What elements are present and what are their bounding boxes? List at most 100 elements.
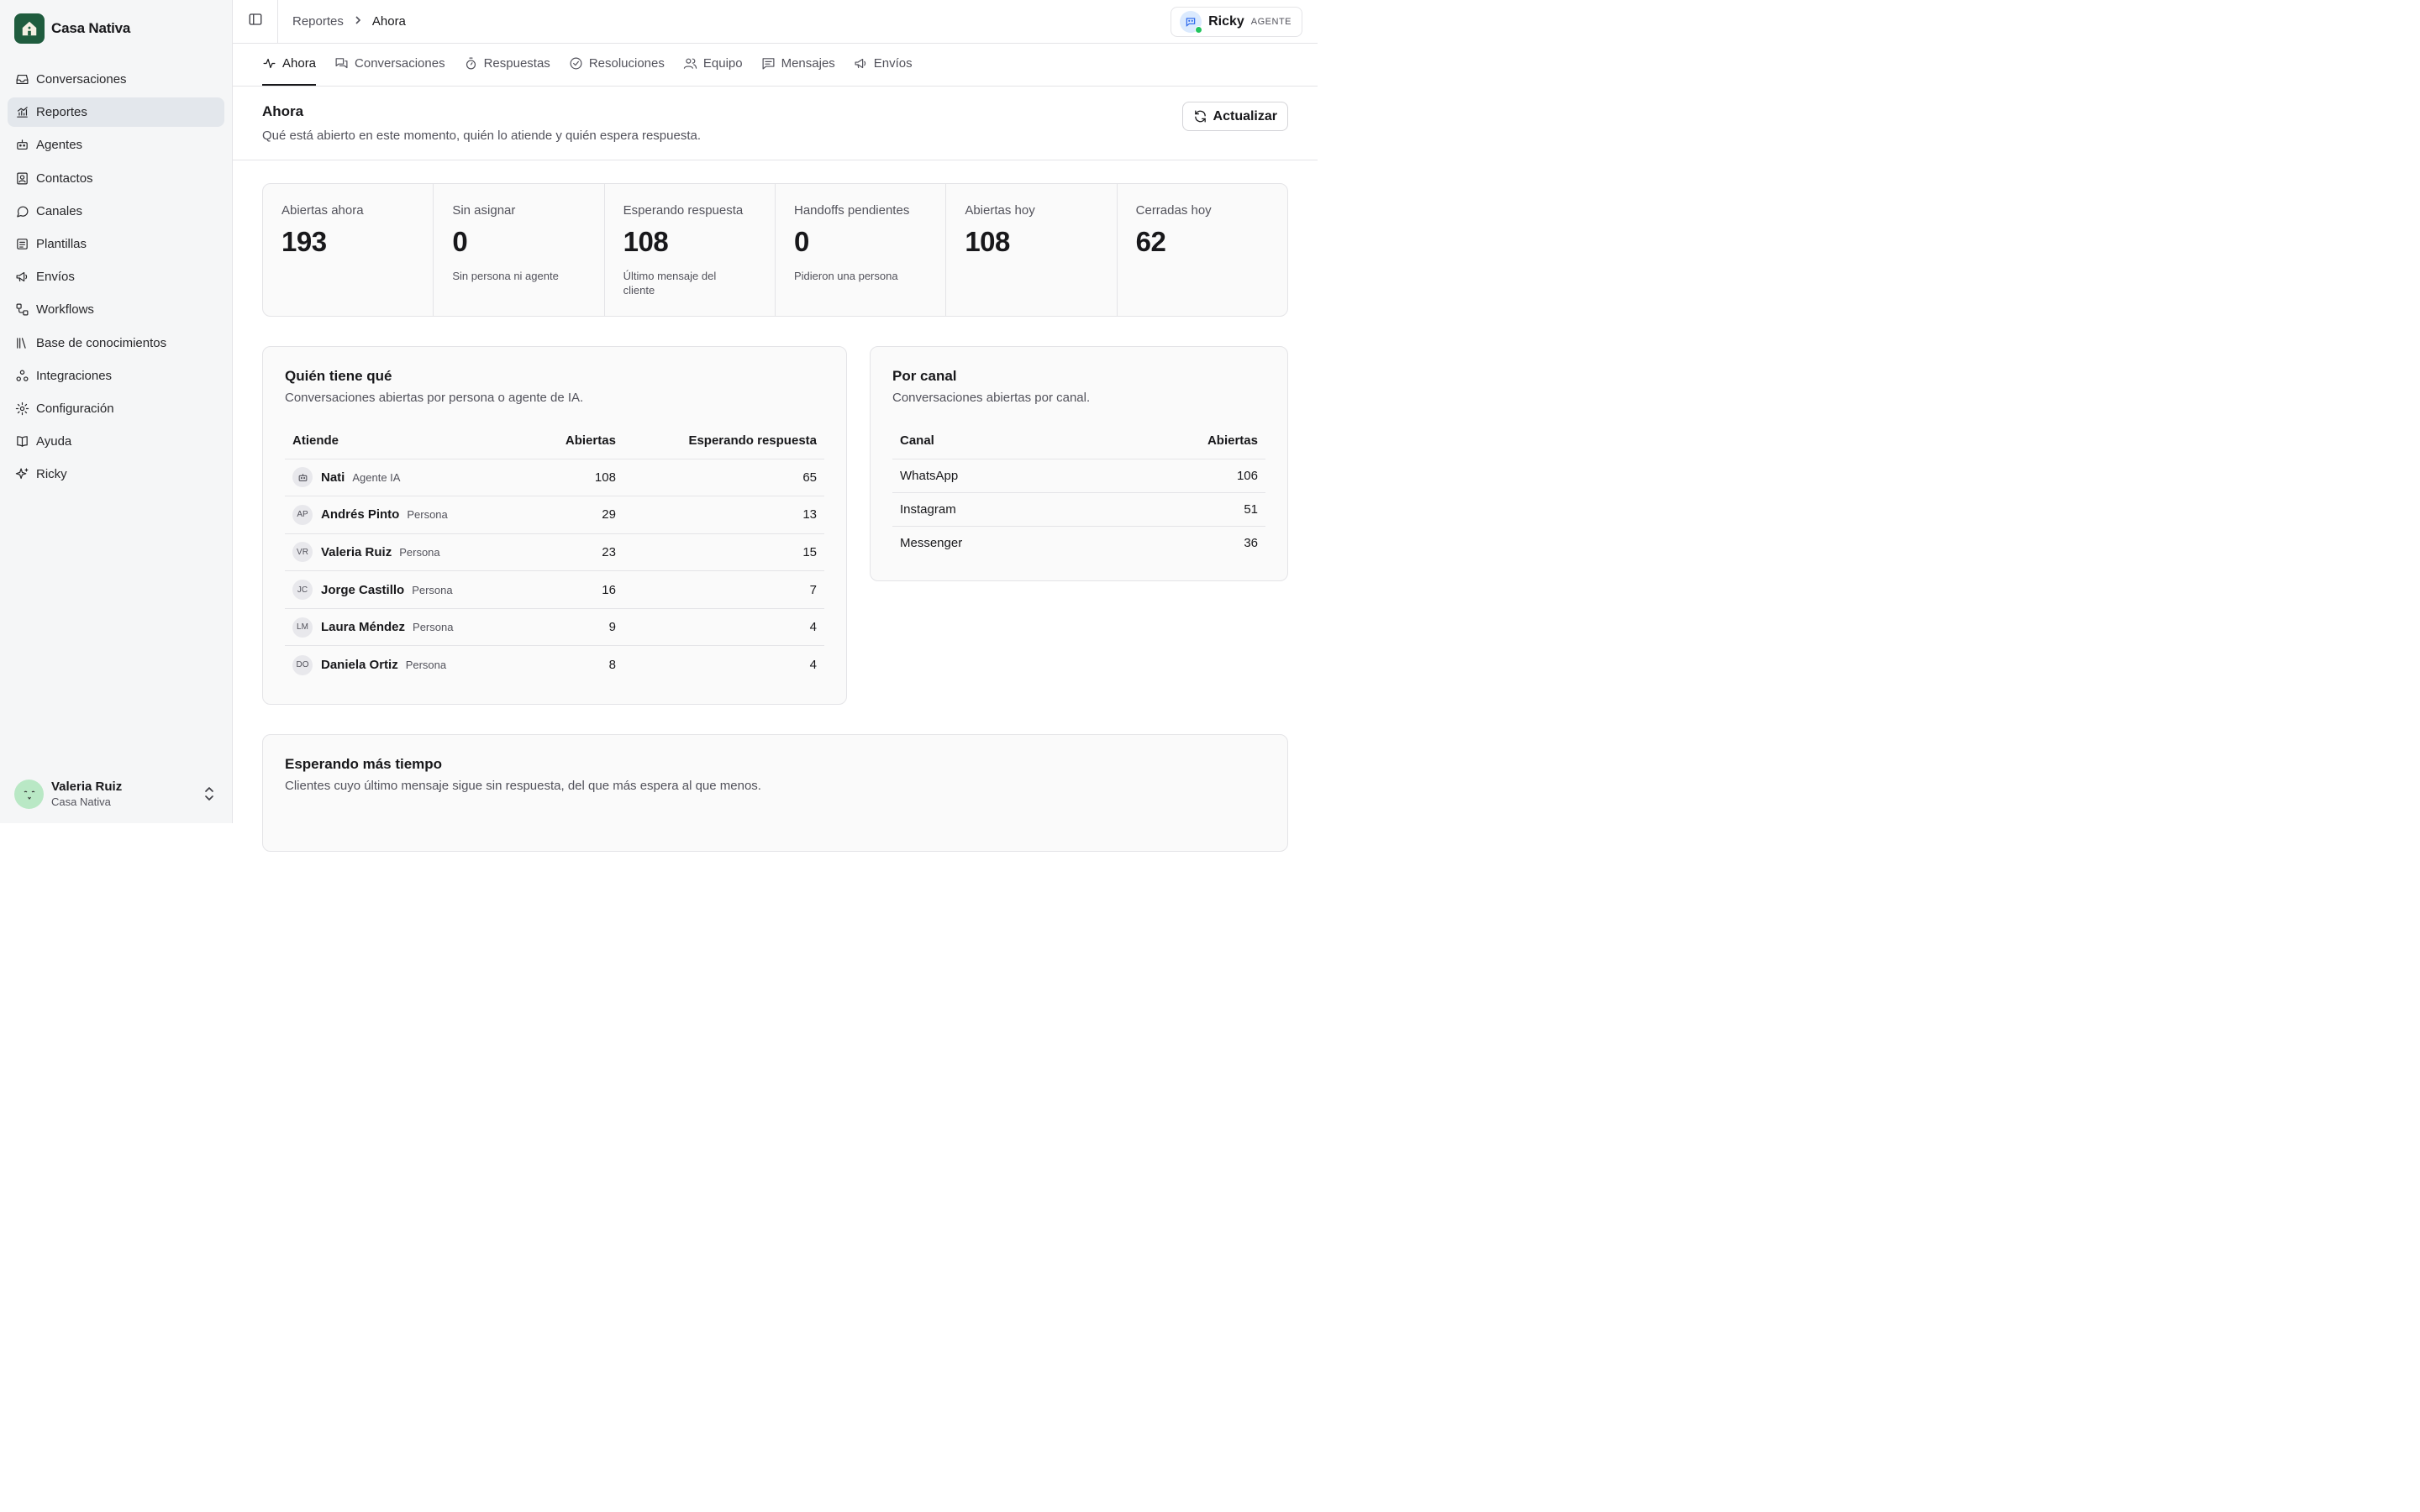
brand-name: Casa Nativa (51, 20, 131, 36)
table-row[interactable]: Nati Agente IA 108 65 (285, 459, 824, 497)
sidebar-item-conversaciones[interactable]: Conversaciones (8, 65, 224, 94)
open-count: 8 (608, 658, 616, 673)
stat-label: Abiertas ahora (281, 203, 364, 218)
table-row[interactable]: Messenger 36 (892, 526, 1265, 559)
users-icon (683, 56, 697, 71)
tab-label: Conversaciones (355, 56, 445, 71)
stat-label: Esperando respuesta (623, 203, 744, 218)
sidebar-item-plantillas[interactable]: Plantillas (8, 229, 224, 259)
stat-value: 62 (1135, 226, 1166, 257)
breadcrumb-current: Ahora (371, 14, 406, 29)
waiting-count: 13 (623, 496, 824, 534)
attendant-name: Nati (321, 470, 345, 485)
table-row[interactable]: VR Valeria Ruiz Persona 23 15 (285, 533, 824, 572)
attendant-name: Daniela Ortiz (321, 658, 398, 673)
column-header[interactable]: Esperando respuesta (623, 423, 824, 459)
tab-resoluciones[interactable]: Resoluciones (569, 43, 665, 86)
tab-envios[interactable]: Envíos (854, 43, 913, 86)
tab-ahora[interactable]: Ahora (262, 43, 317, 86)
tab-mensajes[interactable]: Mensajes (761, 43, 835, 86)
longest-waiting-card: Esperando más tiempo Clientes cuyo últim… (262, 734, 1288, 852)
sidebar-item-ayuda[interactable]: Ayuda (8, 427, 224, 456)
sidebar-item-ricky[interactable]: Ricky (8, 459, 224, 489)
stat-card: Abiertas hoy 108 (946, 184, 1118, 316)
sidebar-item-label: Ayuda (36, 434, 72, 449)
online-status-dot (1195, 26, 1203, 34)
page-title: Ahora (262, 103, 304, 119)
agent-chip[interactable]: Ricky AGENTE (1171, 7, 1302, 37)
waiting-count: 15 (623, 533, 824, 572)
attendant-kind: Persona (412, 583, 453, 596)
table-row[interactable]: LM Laura Méndez Persona 9 4 (285, 608, 824, 647)
table-row[interactable]: AP Andrés Pinto Persona 29 13 (285, 496, 824, 534)
avatar: DO (292, 654, 313, 675)
report-content: Abiertas ahora 193 Sin asignar 0 Sin per… (233, 160, 1318, 852)
megaphone-icon (854, 56, 868, 71)
sidebar-item-canales[interactable]: Canales (8, 197, 224, 226)
brand[interactable]: Casa Nativa (0, 0, 232, 57)
breadcrumb-root[interactable]: Reportes (292, 14, 344, 29)
open-count: 9 (531, 608, 623, 647)
refresh-icon (1193, 109, 1213, 123)
chevron-right-icon (354, 15, 362, 28)
channel-name: Messenger (900, 535, 963, 550)
card-title: Quién tiene qué (285, 368, 392, 384)
column-header[interactable]: Canal (892, 423, 1095, 459)
page-header: Ahora Qué está abierto en este momento, … (233, 87, 1318, 160)
stat-note: Sin persona ni agente (452, 270, 559, 282)
open-count: 108 (531, 459, 623, 497)
attendant-name: Jorge Castillo (321, 582, 405, 597)
sidebar-item-label: Reportes (36, 105, 87, 120)
column-header[interactable]: Atiende (285, 423, 532, 459)
table-row[interactable]: Instagram 51 (892, 492, 1265, 527)
tab-equipo[interactable]: Equipo (683, 43, 743, 86)
topbar: Reportes Ahora Ricky AGENTE (233, 0, 1318, 44)
user-name: Valeria Ruiz (51, 780, 123, 794)
stat-note: Pidieron una persona (793, 270, 898, 282)
tab-conversaciones[interactable]: Conversaciones (334, 43, 445, 86)
attendant-name: Laura Méndez (321, 620, 406, 635)
sidebar-toggle-button[interactable] (233, 0, 278, 44)
table-row[interactable]: WhatsApp 106 (892, 459, 1265, 493)
column-header[interactable]: Abiertas (1094, 423, 1265, 459)
page-subtitle: Qué está abierto en este momento, quién … (262, 129, 702, 143)
waiting-count: 4 (623, 608, 824, 647)
contact-icon (14, 171, 29, 186)
column-header[interactable]: Abiertas (531, 423, 623, 459)
gear-icon (14, 401, 29, 416)
sidebar-item-agentes[interactable]: Agentes (8, 130, 224, 160)
avatar: JC (292, 580, 313, 601)
stat-note: Último mensaje del cliente (623, 270, 717, 297)
panel-left-icon (248, 12, 263, 31)
sidebar-item-envios[interactable]: Envíos (8, 262, 224, 291)
sidebar-item-label: Agentes (36, 138, 83, 153)
user-org: Casa Nativa (51, 795, 111, 808)
user-switcher[interactable]: Valeria Ruiz Casa Nativa (0, 764, 233, 823)
channel-name: Instagram (892, 492, 1095, 527)
sidebar-item-label: Ricky (36, 467, 67, 482)
stat-value: 193 (281, 226, 327, 257)
timer-icon (464, 56, 478, 71)
table-row[interactable]: DO Daniela Ortiz Persona 8 4 (285, 646, 824, 684)
stats-strip: Abiertas ahora 193 Sin asignar 0 Sin per… (262, 183, 1288, 317)
sidebar-item-configuracion[interactable]: Configuración (8, 394, 224, 423)
avatar: VR (292, 542, 313, 563)
table-row[interactable]: JC Jorge Castillo Persona 16 7 (285, 570, 824, 609)
tab-label: Ahora (282, 56, 317, 71)
library-icon (14, 335, 29, 350)
sidebar: Casa Nativa Conversaciones Reportes Agen… (0, 0, 233, 823)
sidebar-item-contactos[interactable]: Contactos (8, 164, 224, 193)
sidebar-item-reportes[interactable]: Reportes (8, 97, 224, 128)
attendant-kind: Persona (405, 659, 447, 672)
channel-name: WhatsApp (892, 459, 1095, 493)
bar-chart-icon (14, 105, 29, 120)
attendant-kind: Persona (399, 545, 440, 559)
sidebar-item-workflows[interactable]: Workflows (8, 295, 224, 324)
stat-value: 108 (965, 226, 1010, 257)
refresh-button[interactable]: Actualizar (1181, 102, 1288, 131)
tab-respuestas[interactable]: Respuestas (464, 43, 550, 86)
sidebar-item-base-de-conocimientos[interactable]: Base de conocimientos (8, 328, 224, 358)
sidebar-item-integraciones[interactable]: Integraciones (8, 361, 224, 391)
chat-bot-icon (1180, 11, 1203, 34)
stat-label: Handoffs pendientes (793, 203, 910, 218)
